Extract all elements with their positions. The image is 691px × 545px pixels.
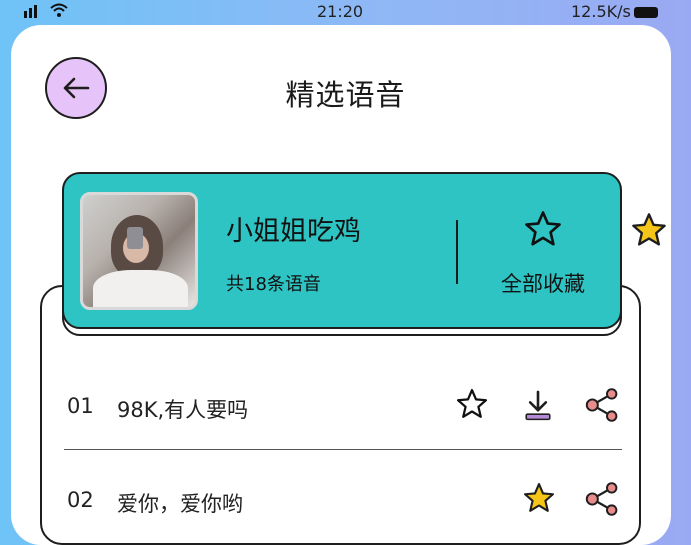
status-left — [24, 2, 68, 18]
track-number: 02 — [67, 488, 94, 512]
collect-all-label: 全部收藏 — [501, 272, 585, 296]
avatar — [80, 192, 198, 310]
status-time: 21:20 — [317, 2, 364, 21]
divider — [456, 220, 458, 284]
share-icon[interactable] — [584, 482, 620, 516]
star-filled-icon — [632, 213, 666, 246]
list-item[interactable]: 01 98K,有人要吗 — [65, 386, 625, 426]
track-title: 爱你，爱你哟 — [117, 492, 243, 516]
track-title: 98K,有人要吗 — [117, 398, 249, 422]
collect-all-button[interactable]: 全部收藏 — [488, 204, 598, 304]
track-number: 01 — [67, 394, 94, 418]
star-outline-icon[interactable] — [455, 388, 489, 420]
wifi-icon — [50, 3, 68, 17]
list-item[interactable]: 02 爱你，爱你哟 — [65, 480, 625, 520]
artist-card: 小姐姐吃鸡 共18条语音 全部收藏 — [62, 172, 622, 329]
star-filled-icon[interactable] — [522, 482, 556, 514]
download-icon[interactable] — [522, 388, 554, 422]
star-outline-icon — [525, 211, 561, 246]
network-speed: 12.5K/s — [571, 2, 631, 21]
share-icon[interactable] — [584, 388, 620, 422]
signal-icon — [24, 5, 37, 18]
row-divider — [64, 449, 622, 450]
battery-icon — [634, 7, 658, 18]
voice-count: 共18条语音 — [226, 274, 321, 295]
status-bar: 21:20 12.5K/s — [0, 0, 691, 24]
artist-name: 小姐姐吃鸡 — [226, 216, 361, 247]
page-title: 精选语音 — [285, 78, 406, 112]
